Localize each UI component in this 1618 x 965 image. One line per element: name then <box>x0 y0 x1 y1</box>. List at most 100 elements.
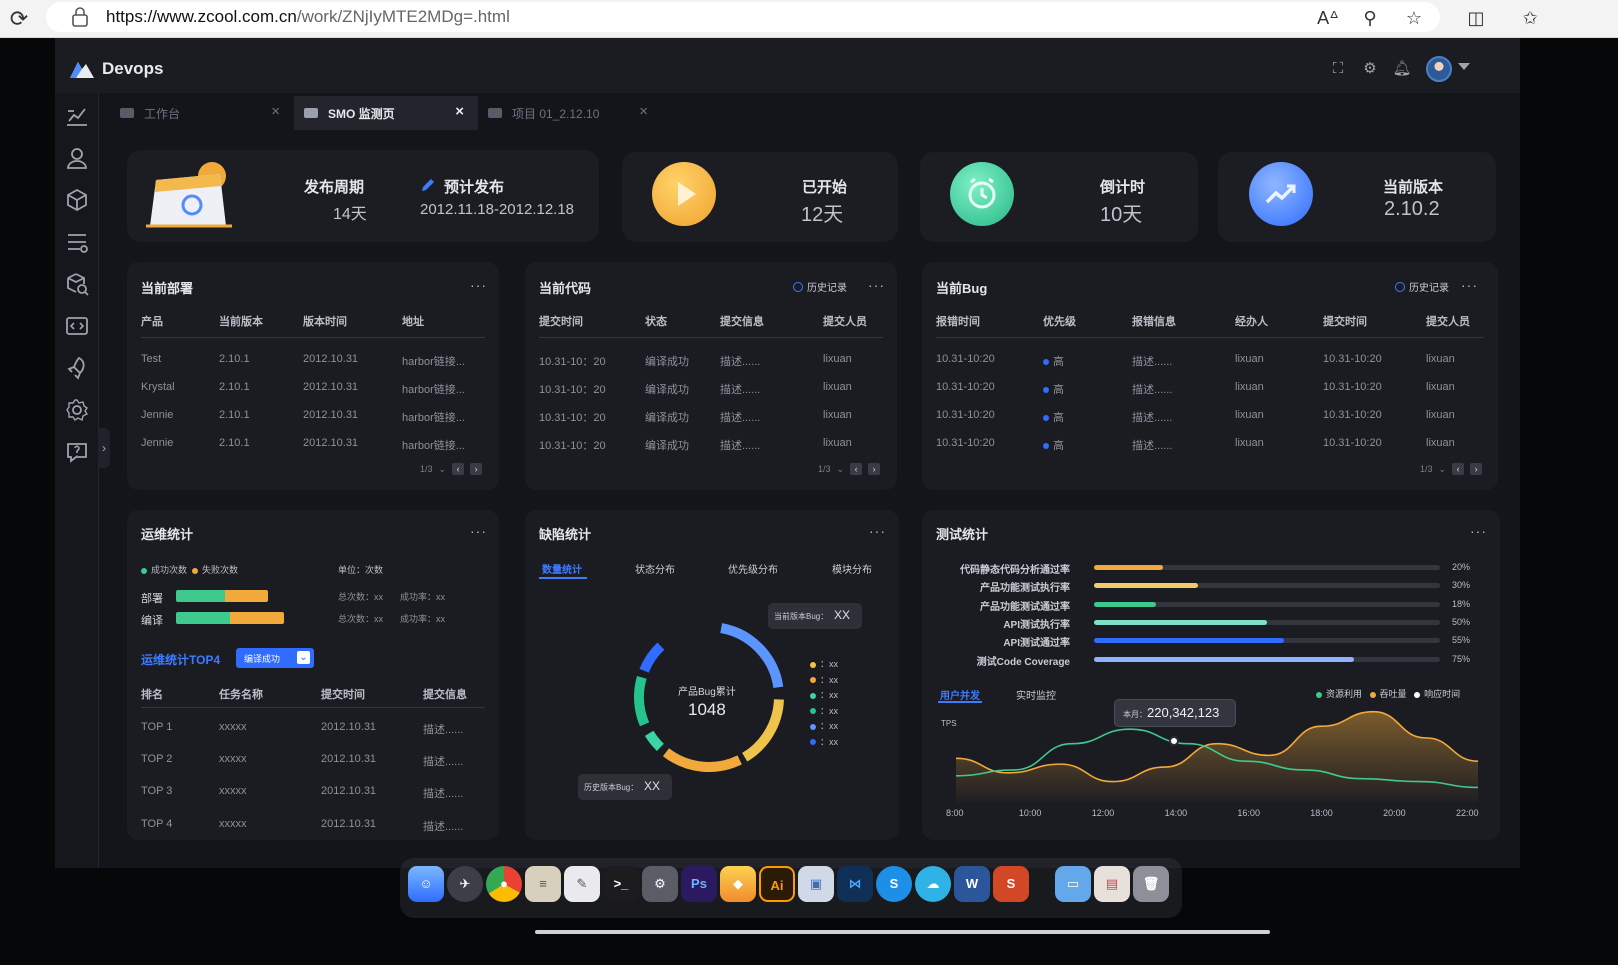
tab-workbench[interactable]: 工作台 × <box>110 96 294 130</box>
search-package-icon[interactable] <box>64 271 90 297</box>
tab-smo-monitor[interactable]: SMO 监测页 × <box>294 96 478 130</box>
user-icon[interactable] <box>64 145 90 171</box>
system-preferences-icon[interactable]: ⚙ <box>642 866 678 902</box>
page-select[interactable]: 1/3 <box>1420 464 1433 474</box>
history-link[interactable]: 历史记录 <box>793 279 847 294</box>
launchpad-icon[interactable]: ✈ <box>447 866 483 902</box>
folder-icon[interactable]: ▭ <box>1055 866 1091 902</box>
vscode-icon[interactable]: ⋈ <box>837 866 873 902</box>
text-edit-icon[interactable]: ✎ <box>564 866 600 902</box>
more-icon[interactable]: ··· <box>868 277 885 293</box>
progress-percent: 75% <box>1452 653 1471 664</box>
logo[interactable]: Devops <box>68 57 163 81</box>
add-favorite-icon[interactable]: ☆ <box>1400 4 1428 32</box>
table-cell: 描述...... <box>1132 412 1173 424</box>
dashboard-chart-icon[interactable] <box>64 103 90 129</box>
code-icon[interactable] <box>64 313 90 339</box>
history-link[interactable]: 历史记录 <box>1395 279 1449 294</box>
tab-priority[interactable]: 优先级分布 <box>728 561 778 576</box>
prev-page-button[interactable]: ‹ <box>452 463 465 475</box>
tab-status[interactable]: 状态分布 <box>635 561 675 576</box>
document-icon[interactable]: ▤ <box>1094 866 1130 902</box>
split-screen-icon[interactable]: ◫ <box>1462 4 1490 32</box>
rocket-icon[interactable] <box>64 355 90 381</box>
progress-fill <box>1094 601 1156 607</box>
fullscreen-icon[interactable]: ⛶ <box>1327 58 1349 80</box>
sidebar-expand-button[interactable]: › <box>98 428 110 468</box>
priority-text: 高 <box>1053 356 1064 368</box>
table-cell: 10.31-10：20 <box>539 440 606 452</box>
address-link[interactable]: harbor链接... <box>402 437 465 453</box>
trash-icon[interactable]: 🗑︎ <box>1133 866 1169 902</box>
read-aloud-icon[interactable]: Aᐞ <box>1314 4 1342 32</box>
active-tab-underline <box>539 577 587 579</box>
next-page-button[interactable]: › <box>470 463 483 475</box>
close-icon[interactable]: × <box>271 103 280 120</box>
notes-icon[interactable]: ≡ <box>525 866 561 902</box>
word-icon[interactable]: W <box>954 866 990 902</box>
more-icon[interactable]: ··· <box>470 523 487 539</box>
table-cell: 描述...... <box>1132 440 1173 452</box>
gear-icon[interactable] <box>64 397 90 423</box>
pipeline-icon[interactable] <box>64 229 90 255</box>
bell-icon[interactable]: 🔔︎ <box>1391 58 1413 80</box>
address-link[interactable]: harbor链接... <box>402 353 465 369</box>
donut-center-value: 1048 <box>688 700 726 719</box>
chevron-down-icon[interactable]: ⌄ <box>837 464 845 475</box>
tab-module[interactable]: 模块分布 <box>832 561 872 576</box>
photoshop-icon[interactable]: Ps <box>681 866 717 902</box>
column-header: 提交信息 <box>720 316 764 328</box>
x-tick-label: 20:00 <box>1383 808 1406 818</box>
chevron-down-icon[interactable] <box>1458 63 1470 70</box>
table-cell: 10.31-10：20 <box>539 356 606 368</box>
sketch-icon[interactable]: ◆ <box>720 866 756 902</box>
help-icon[interactable] <box>64 439 90 465</box>
more-icon[interactable]: ··· <box>470 277 487 293</box>
page-select[interactable]: 1/3 <box>420 464 433 474</box>
settings-icon[interactable]: ⚙ <box>1359 58 1381 80</box>
tab-label: SMO 监测页 <box>328 106 395 121</box>
close-icon[interactable]: × <box>455 103 464 120</box>
history-label: 历史记录 <box>1409 283 1449 294</box>
favorites-icon[interactable]: ✩ <box>1516 4 1544 32</box>
reload-icon[interactable]: ⟳ <box>4 4 34 34</box>
y-axis-label: TPS <box>941 719 957 728</box>
address-link[interactable]: harbor链接... <box>402 409 465 425</box>
lock-icon[interactable] <box>70 6 90 28</box>
tooltip-value: 220,342,123 <box>1147 705 1220 720</box>
prev-page-button[interactable]: ‹ <box>850 463 863 475</box>
terminal-icon[interactable]: >_ <box>603 866 639 902</box>
next-page-button[interactable]: › <box>868 463 881 475</box>
top-filter-select[interactable]: 编译成功 ⌄ <box>236 648 314 668</box>
more-icon[interactable]: ··· <box>869 523 886 539</box>
tab-count[interactable]: 数量统计 <box>542 561 582 576</box>
horizontal-scrollbar[interactable] <box>535 930 1270 934</box>
messages-icon[interactable]: ☁ <box>915 866 951 902</box>
close-icon[interactable]: × <box>639 103 648 120</box>
started-value: 12天 <box>801 204 844 226</box>
address-link[interactable]: harbor链接... <box>402 381 465 397</box>
skype-icon[interactable]: S <box>876 866 912 902</box>
url-text[interactable]: https://www.zcool.com.cn/work/ZNjIyMTE2M… <box>106 7 510 27</box>
divider <box>539 337 883 338</box>
tab-project[interactable]: 项目 01_2.12.10 × <box>478 96 662 130</box>
chevron-down-icon[interactable]: ⌄ <box>1439 464 1447 475</box>
zoom-icon[interactable]: ⚲ <box>1356 4 1384 32</box>
table-cell: Jennie <box>141 409 174 421</box>
preview-icon[interactable]: ▣ <box>798 866 834 902</box>
chrome-icon[interactable]: ● <box>486 866 522 902</box>
package-icon[interactable] <box>64 187 90 213</box>
next-page-button[interactable]: › <box>1470 463 1483 475</box>
page-select[interactable]: 1/3 <box>818 464 831 474</box>
table-cell: 10.31-10:20 <box>936 437 995 449</box>
finder-icon[interactable]: ☺ <box>408 866 444 902</box>
more-icon[interactable]: ··· <box>1461 277 1478 293</box>
wps-icon[interactable]: S <box>993 866 1029 902</box>
more-icon[interactable]: ··· <box>1470 523 1487 539</box>
user-avatar[interactable] <box>1426 56 1452 82</box>
illustrator-icon[interactable]: Ai <box>759 866 795 902</box>
prev-page-button[interactable]: ‹ <box>1452 463 1465 475</box>
progress-fill <box>1094 583 1198 589</box>
code-title: 当前代码 <box>539 281 592 296</box>
chevron-down-icon[interactable]: ⌄ <box>439 464 447 475</box>
